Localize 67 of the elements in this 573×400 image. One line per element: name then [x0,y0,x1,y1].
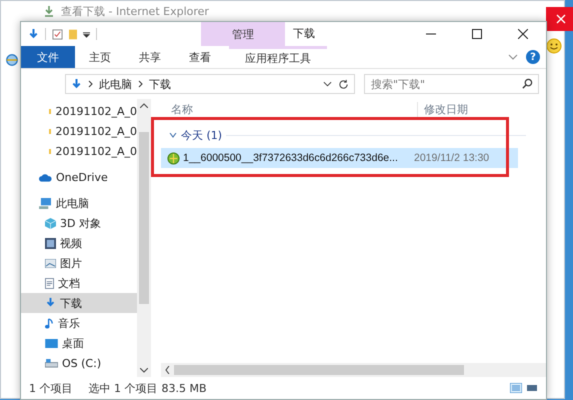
music-note-icon [45,318,54,328]
nav-item[interactable]: 20191102_A_0 [21,101,137,121]
refresh-icon[interactable] [338,78,349,90]
scroll-up-icon[interactable] [140,103,148,108]
help-button[interactable]: ? [526,50,540,64]
search-field[interactable]: 搜索"下载" [364,74,539,94]
file-row[interactable]: 1__6000500__3f7372633d6c6d266c733d6e... 2019/11/2 13:30 [161,148,518,168]
chevron-down-icon[interactable] [323,81,332,87]
nav-item[interactable]: 20191102_A_0 [21,141,137,161]
nav-item[interactable]: OneDrive [21,167,137,187]
nav-item[interactable]: 桌面 [21,333,137,353]
download-icon [43,5,55,17]
ribbon-tab[interactable]: 应用程序工具 [229,46,327,68]
address-bar[interactable]: 此电脑 下载 [65,74,355,94]
large-icons-view-icon[interactable] [526,383,538,393]
group-header[interactable]: 今天 (1) [181,128,222,142]
scroll-left-icon[interactable] [165,366,170,374]
ribbon-tab[interactable]: 共享 [125,46,175,68]
nav-item[interactable]: 此电脑 [21,193,137,213]
ribbon-tab[interactable]: 查看 [175,46,225,68]
nav-item[interactable]: 视频 [21,233,137,253]
close-icon[interactable] [518,29,528,39]
status-text: 选中 1 个项目 [88,380,158,396]
download-icon [71,78,82,90]
smiley-icon[interactable] [546,38,562,54]
scrollbar[interactable] [161,363,546,377]
details-view-icon[interactable] [510,383,522,393]
monitor-icon [45,338,58,348]
column-header[interactable]: 名称 [161,102,417,116]
chevron-right-icon[interactable] [88,80,93,88]
cloud-icon [39,172,52,182]
nav-item[interactable]: 图片 [21,253,137,273]
document-icon [45,278,54,288]
close-button[interactable] [546,7,573,31]
nav-item[interactable]: 文档 [21,273,137,293]
search-icon [522,78,533,89]
nav-item[interactable]: 20191102_A_0 [21,121,137,141]
nav-item[interactable]: 音乐 [21,313,137,333]
maximize-icon[interactable] [472,29,482,39]
scroll-down-icon[interactable] [140,368,148,373]
computer-icon [39,198,52,208]
window-title: 查看下载 - Internet Explorer [61,4,209,18]
ribbon-tab[interactable]: 主页 [75,46,125,68]
breadcrumb[interactable]: 此电脑 [99,76,132,92]
cube-icon [45,218,56,228]
scrollbar[interactable] [137,99,151,377]
checklist-icon[interactable] [52,28,63,40]
globe-icon [167,152,180,164]
breadcrumb[interactable]: 下载 [149,76,171,92]
chevron-right-icon[interactable] [138,80,143,88]
download-icon[interactable] [28,28,39,40]
caret-icon[interactable] [83,30,90,38]
status-text: 83.5 MB [162,382,207,394]
globe-icon [5,53,19,67]
column-header[interactable]: 修改日期 [417,102,468,116]
ribbon-tab[interactable]: 文件 [21,46,75,68]
nav-item[interactable]: 下载 [21,293,137,313]
status-text: 1 个项目 [29,380,72,396]
film-icon [45,238,56,248]
picture-icon [45,258,56,268]
chevron-down-icon[interactable] [169,132,177,138]
download-icon [45,297,56,309]
drive-icon [45,358,58,368]
nav-item[interactable]: OS (C:) [21,353,137,373]
window-title: 下载 [292,26,316,42]
context-tab[interactable]: 管理 [201,22,285,46]
nav-item[interactable]: 3D 对象 [21,213,137,233]
